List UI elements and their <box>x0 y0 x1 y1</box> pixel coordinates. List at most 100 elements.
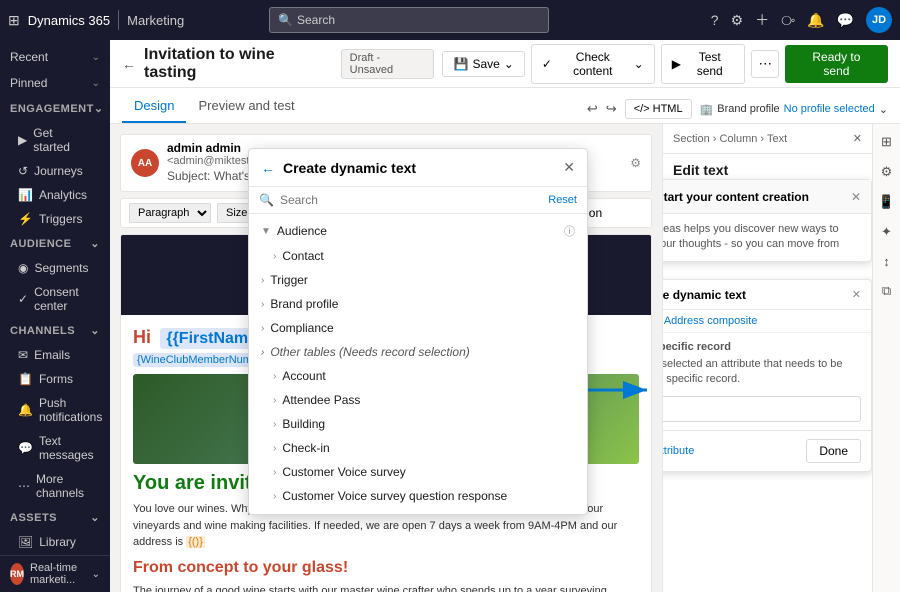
tree-cv-survey-label: Customer Voice survey <box>282 465 405 479</box>
tree-sub-building[interactable]: › Building <box>249 412 587 436</box>
grid-icon[interactable]: ⊞ <box>8 12 20 29</box>
tab-preview[interactable]: Preview and test <box>186 90 306 123</box>
sidebar-item-recent-label: Recent <box>10 50 92 64</box>
chat-icon[interactable]: 💬 <box>837 12 854 29</box>
panel-icon1[interactable]: ⊞ <box>877 130 896 154</box>
sms-icon: 💬 <box>18 441 33 455</box>
panel-icon3[interactable]: 📱 <box>874 190 898 214</box>
concept-title: From concept to your glass! <box>133 559 639 577</box>
tree-trigger-label: Trigger <box>270 273 575 287</box>
chevron-account-icon: › <box>273 371 276 382</box>
undo-button[interactable]: ↩ <box>587 101 598 117</box>
tree-item-trigger[interactable]: › Trigger <box>249 268 587 292</box>
panel-close-icon[interactable]: ✕ <box>853 132 862 145</box>
tree-item-brand-profile[interactable]: › Brand profile <box>249 292 587 316</box>
html-button[interactable]: </> HTML <box>625 99 692 119</box>
dynamic-text-dialog[interactable]: ← Create dynamic text ✕ 🔍 Reset ▼ Audien… <box>248 148 588 515</box>
tree-sub-cv-survey[interactable]: › Customer Voice survey <box>249 460 587 484</box>
change-attribute-button[interactable]: Change attribute <box>662 439 694 463</box>
sidebar-item-pinned[interactable]: Pinned ⌄ <box>0 70 110 96</box>
sidebar-item-journeys[interactable]: ↺ Journeys <box>0 159 110 183</box>
tree-sub-cv-response[interactable]: › Customer Voice survey response <box>249 508 587 514</box>
inner-dynamic-text-dialog: ← Create dynamic text ✕ Building › Addre… <box>662 279 872 472</box>
filter-icon[interactable]: ⧂ <box>781 12 795 29</box>
nav-module: Marketing <box>127 13 184 28</box>
right-icons-strip: ⊞ ⚙ 📱 ✦ ↕ ⧉ <box>872 124 900 592</box>
sidebar-item-getstarted[interactable]: ▶ Get started <box>0 121 110 159</box>
panel-icon5[interactable]: ↕ <box>879 250 894 273</box>
done-button[interactable]: Done <box>806 439 861 463</box>
journey-icon: ↺ <box>18 164 28 178</box>
sidebar-item-more-channels[interactable]: ⋯ More channels <box>0 467 110 505</box>
sidebar-section-audience[interactable]: Audience ⌄ <box>0 231 110 256</box>
sidebar-item-pinned-label: Pinned <box>10 76 92 90</box>
tab-design[interactable]: Design <box>122 90 186 123</box>
sidebar-item-forms[interactable]: 📋 Forms <box>0 367 110 391</box>
settings-icon[interactable]: ⚙ <box>731 12 744 29</box>
sidebar-item-triggers[interactable]: ⚡ Triggers <box>0 207 110 231</box>
sidebar-item-segments[interactable]: ◉ Segments <box>0 256 110 280</box>
tree-audience-label: Audience <box>277 224 558 238</box>
chevron-other-icon: › <box>261 347 264 358</box>
save-label: Save <box>472 57 499 71</box>
sidebar-item-analytics[interactable]: 📊 Analytics <box>0 183 110 207</box>
dialog-back-icon[interactable]: ← <box>261 160 275 176</box>
test-send-button[interactable]: ▶ Test send <box>661 44 746 84</box>
tree-other-tables[interactable]: › Other tables (Needs record selection) <box>249 340 587 364</box>
tree-sub-checkin[interactable]: › Check-in <box>249 436 587 460</box>
tree-sub-cv-question[interactable]: › Customer Voice survey question respons… <box>249 484 587 508</box>
sidebar-section-channels[interactable]: Channels ⌄ <box>0 318 110 343</box>
sidebar-section-assets[interactable]: Assets ⌄ <box>0 505 110 530</box>
inner-record-input[interactable] <box>662 396 861 422</box>
add-icon[interactable]: ＋ <box>755 10 769 30</box>
dialog-header: ← Create dynamic text ✕ <box>249 149 587 187</box>
user-avatar[interactable]: JD <box>866 7 892 33</box>
tree-sub-contact[interactable]: › Contact <box>249 244 587 268</box>
sidebar-bottom-chevron[interactable]: ⌄ <box>92 569 100 580</box>
sidebar-item-sms[interactable]: 💬 Text messages <box>0 429 110 467</box>
paragraph-select[interactable]: Paragraph <box>129 203 211 223</box>
audience-label: Audience <box>10 238 71 250</box>
sidebar-item-consent[interactable]: ✓ Consent center <box>0 280 110 318</box>
push-icon: 🔔 <box>18 403 33 417</box>
sidebar-section-engagement[interactable]: Engagement ⌄ <box>0 96 110 121</box>
chevron-audience-icon: ▼ <box>261 226 271 237</box>
save-chevron-icon: ⌄ <box>504 57 514 71</box>
redo-button[interactable]: ↪ <box>606 101 617 117</box>
ready-to-send-button[interactable]: Ready to send <box>785 45 888 83</box>
more-actions-button[interactable]: ⋯ <box>751 50 778 78</box>
nav-search-box[interactable]: 🔍 Search <box>269 7 549 33</box>
kickstart-close-icon[interactable]: ✕ <box>851 190 861 204</box>
tree-sub-attendee[interactable]: › Attendee Pass <box>249 388 587 412</box>
dialog-close-icon[interactable]: ✕ <box>563 159 575 176</box>
check-content-button[interactable]: ✓ Check content ⌄ <box>531 44 655 84</box>
tree-item-audience[interactable]: ▼ Audience ⓘ <box>249 218 587 244</box>
save-button[interactable]: 💾 Save ⌄ <box>442 51 524 77</box>
panel-icon2[interactable]: ⚙ <box>877 160 897 184</box>
nav-brand: Dynamics 365 <box>28 13 110 28</box>
inner-from-record-label: From a specific record <box>662 341 861 353</box>
bell-icon[interactable]: 🔔 <box>807 12 824 29</box>
reset-link[interactable]: Reset <box>548 194 577 206</box>
sidebar-item-push[interactable]: 🔔 Push notifications <box>0 391 110 429</box>
back-button[interactable]: ← <box>122 56 136 72</box>
inner-dialog-close-icon[interactable]: ✕ <box>852 288 861 301</box>
sidebar-item-emails[interactable]: ✉ Emails <box>0 343 110 367</box>
tree-account-label: Account <box>282 369 325 383</box>
sidebar-bottom-label: Real-time marketi... <box>30 562 86 586</box>
help-icon[interactable]: ? <box>711 12 719 28</box>
tree-attendee-label: Attendee Pass <box>282 393 360 407</box>
dynamic-address-field[interactable]: {()} <box>186 536 205 548</box>
test-label: Test send <box>685 50 735 78</box>
tree-sub-account[interactable]: › Account <box>249 364 587 388</box>
dialog-search-input[interactable] <box>280 193 542 207</box>
panel-icon6[interactable]: ⧉ <box>878 279 895 303</box>
inner-dialog-title: Create dynamic text <box>662 288 846 302</box>
sidebar-item-recent[interactable]: Recent ⌄ <box>0 44 110 70</box>
sidebar-item-library[interactable]: 🖼 Library <box>0 530 110 554</box>
tree-item-compliance[interactable]: › Compliance <box>249 316 587 340</box>
chevron-cv-icon: › <box>273 467 276 478</box>
brand-chevron-icon: ⌄ <box>879 103 888 116</box>
panel-icon4[interactable]: ✦ <box>877 220 896 244</box>
settings-gear-icon[interactable]: ⚙ <box>630 156 641 170</box>
